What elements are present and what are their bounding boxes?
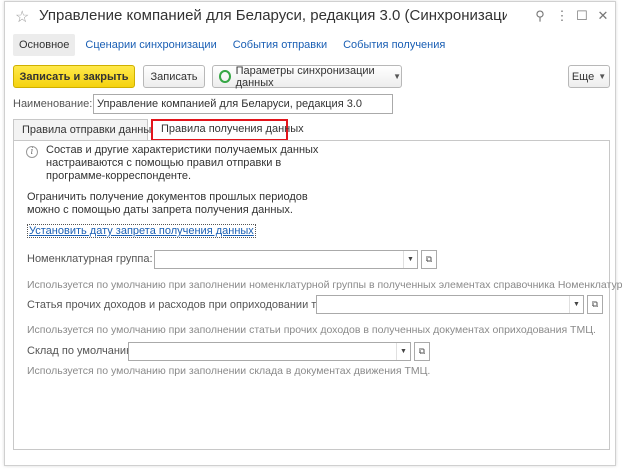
chevron-down-icon: ▼ <box>598 72 607 81</box>
command-bar: Записать и закрыть Записать Параметры си… <box>13 65 610 89</box>
sync-params-button[interactable]: Параметры синхронизации данных ▼ <box>212 64 402 89</box>
nomenclature-group-hint: Используется по умолчанию при заполнении… <box>27 279 623 291</box>
period-text: Ограничить получение документов прошлых … <box>27 191 308 216</box>
dropdown-arrow-icon[interactable]: ▼ <box>396 343 410 360</box>
form-window: ☆ Управление компанией для Беларуси, ред… <box>4 1 623 466</box>
nomenclature-group-field[interactable]: ▼ <box>154 250 418 269</box>
favorite-star-icon[interactable]: ☆ <box>15 7 29 27</box>
tab-receive-events[interactable]: События получения <box>337 34 451 56</box>
dropdown-arrow-icon[interactable]: ▼ <box>569 296 583 313</box>
close-icon[interactable]: ✕ <box>595 8 611 24</box>
sync-params-label: Параметры синхронизации данных <box>235 64 375 89</box>
income-item-hint: Используется по умолчанию при заполнении… <box>27 324 596 336</box>
save-button[interactable]: Записать <box>143 65 205 88</box>
tab-send-rules[interactable]: Правила отправки данных <box>13 119 157 141</box>
nomenclature-group-label: Номенклатурная группа: <box>27 253 153 265</box>
income-item-field[interactable]: ▼ <box>316 295 584 314</box>
tab-send-events[interactable]: События отправки <box>227 34 333 56</box>
more-label: Еще <box>571 70 595 83</box>
save-label: Записать <box>150 70 198 83</box>
info-text: Состав и другие характеристики получаемы… <box>46 144 319 182</box>
default-warehouse-label: Склад по умолчанию: <box>27 345 138 357</box>
tab-receive-rules[interactable]: Правила получения данных <box>151 119 304 141</box>
set-ban-date-link[interactable]: Установить дату запрета получения данных <box>27 224 256 238</box>
name-input[interactable]: Управление компанией для Беларуси, редак… <box>93 94 393 114</box>
more-button[interactable]: Еще ▼ <box>568 65 610 88</box>
open-icon[interactable]: ⧉ <box>421 250 437 269</box>
name-label: Наименование: <box>13 98 93 110</box>
info-icon: i <box>26 146 38 158</box>
save-and-close-label: Записать и закрыть <box>19 70 129 83</box>
dropdown-arrow-icon[interactable]: ▼ <box>403 251 417 268</box>
maximize-icon[interactable]: ☐ <box>574 8 590 24</box>
form-navigation: Основное Сценарии синхронизации События … <box>13 34 455 56</box>
tab-main[interactable]: Основное <box>13 34 76 56</box>
default-warehouse-hint: Используется по умолчанию при заполнении… <box>27 365 431 377</box>
more-actions-icon[interactable]: ⋮ <box>554 8 570 24</box>
link-icon[interactable]: ⚲ <box>532 8 548 24</box>
open-icon[interactable]: ⧉ <box>414 342 430 361</box>
window-title: Управление компанией для Беларуси, редак… <box>39 7 507 24</box>
receive-rules-panel: i Состав и другие характеристики получае… <box>13 140 623 450</box>
save-and-close-button[interactable]: Записать и закрыть <box>13 65 135 88</box>
sync-icon <box>219 70 231 83</box>
default-warehouse-field[interactable]: ▼ <box>128 342 411 361</box>
open-icon[interactable]: ⧉ <box>587 295 603 314</box>
title-bar: ☆ Управление компанией для Беларуси, ред… <box>5 2 615 30</box>
tab-sync-scenarios[interactable]: Сценарии синхронизации <box>79 34 222 56</box>
chevron-down-icon: ▼ <box>393 72 401 81</box>
income-item-label: Статья прочих доходов и расходов при опр… <box>27 299 356 311</box>
name-row: Наименование: Управление компанией для Б… <box>13 94 393 114</box>
